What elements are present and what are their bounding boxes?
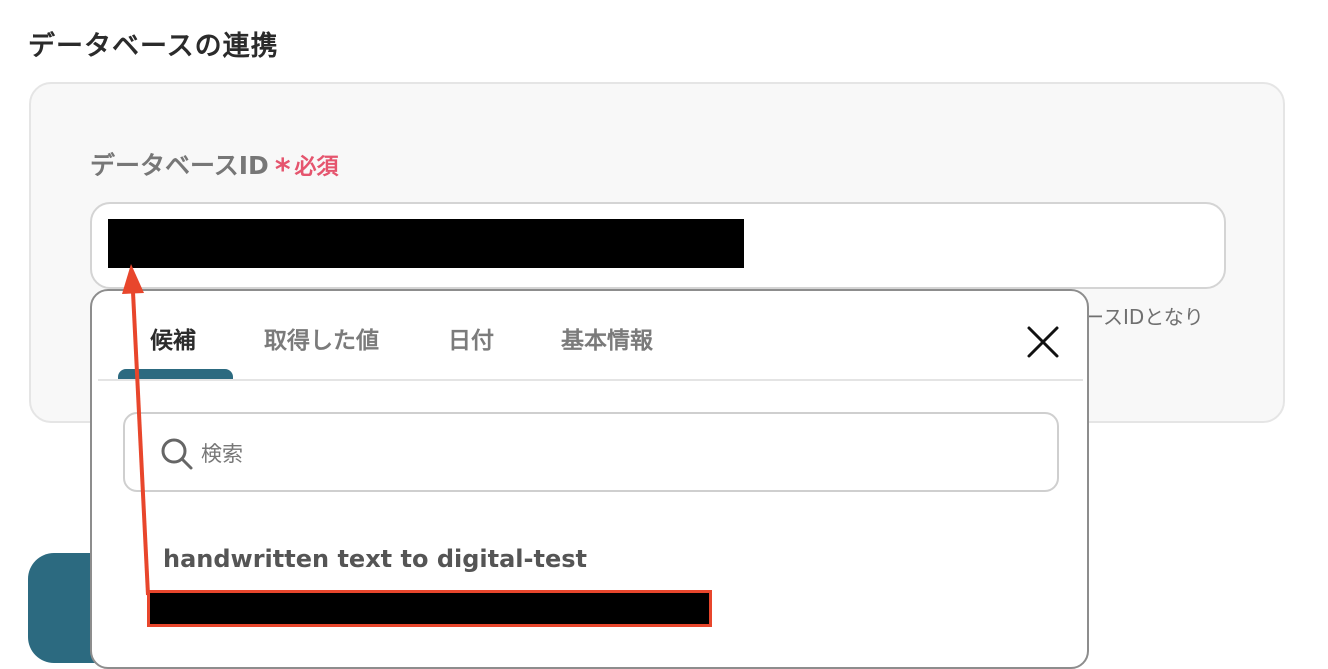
value-picker-dropdown: 候補 取得した値 日付 基本情報 handwritten text to dig… — [90, 289, 1089, 669]
tab-date[interactable]: 日付 — [448, 321, 494, 355]
helper-text: ースIDとなり — [1084, 305, 1204, 329]
tab-candidates[interactable]: 候補 — [150, 321, 196, 355]
tab-acquired-values[interactable]: 取得した値 — [264, 321, 379, 355]
required-asterisk: * — [274, 153, 291, 188]
option-value-redacted[interactable] — [147, 590, 712, 627]
search-box — [123, 412, 1059, 492]
section-title: データベースの連携 — [28, 31, 279, 62]
picker-tabs: 候補 取得した値 日付 基本情報 — [98, 291, 1083, 381]
redacted-input-value — [108, 219, 744, 268]
option-title[interactable]: handwritten text to digital-test — [163, 545, 587, 573]
search-input[interactable] — [199, 434, 1023, 474]
close-icon[interactable] — [1025, 324, 1061, 360]
field-label: データベースID * 必須 — [90, 146, 339, 188]
search-icon — [161, 438, 193, 470]
active-tab-indicator — [118, 369, 233, 379]
required-text: 必須 — [294, 155, 339, 180]
field-label-text: データベースID — [90, 151, 269, 180]
tab-basic-info[interactable]: 基本情報 — [561, 321, 653, 355]
